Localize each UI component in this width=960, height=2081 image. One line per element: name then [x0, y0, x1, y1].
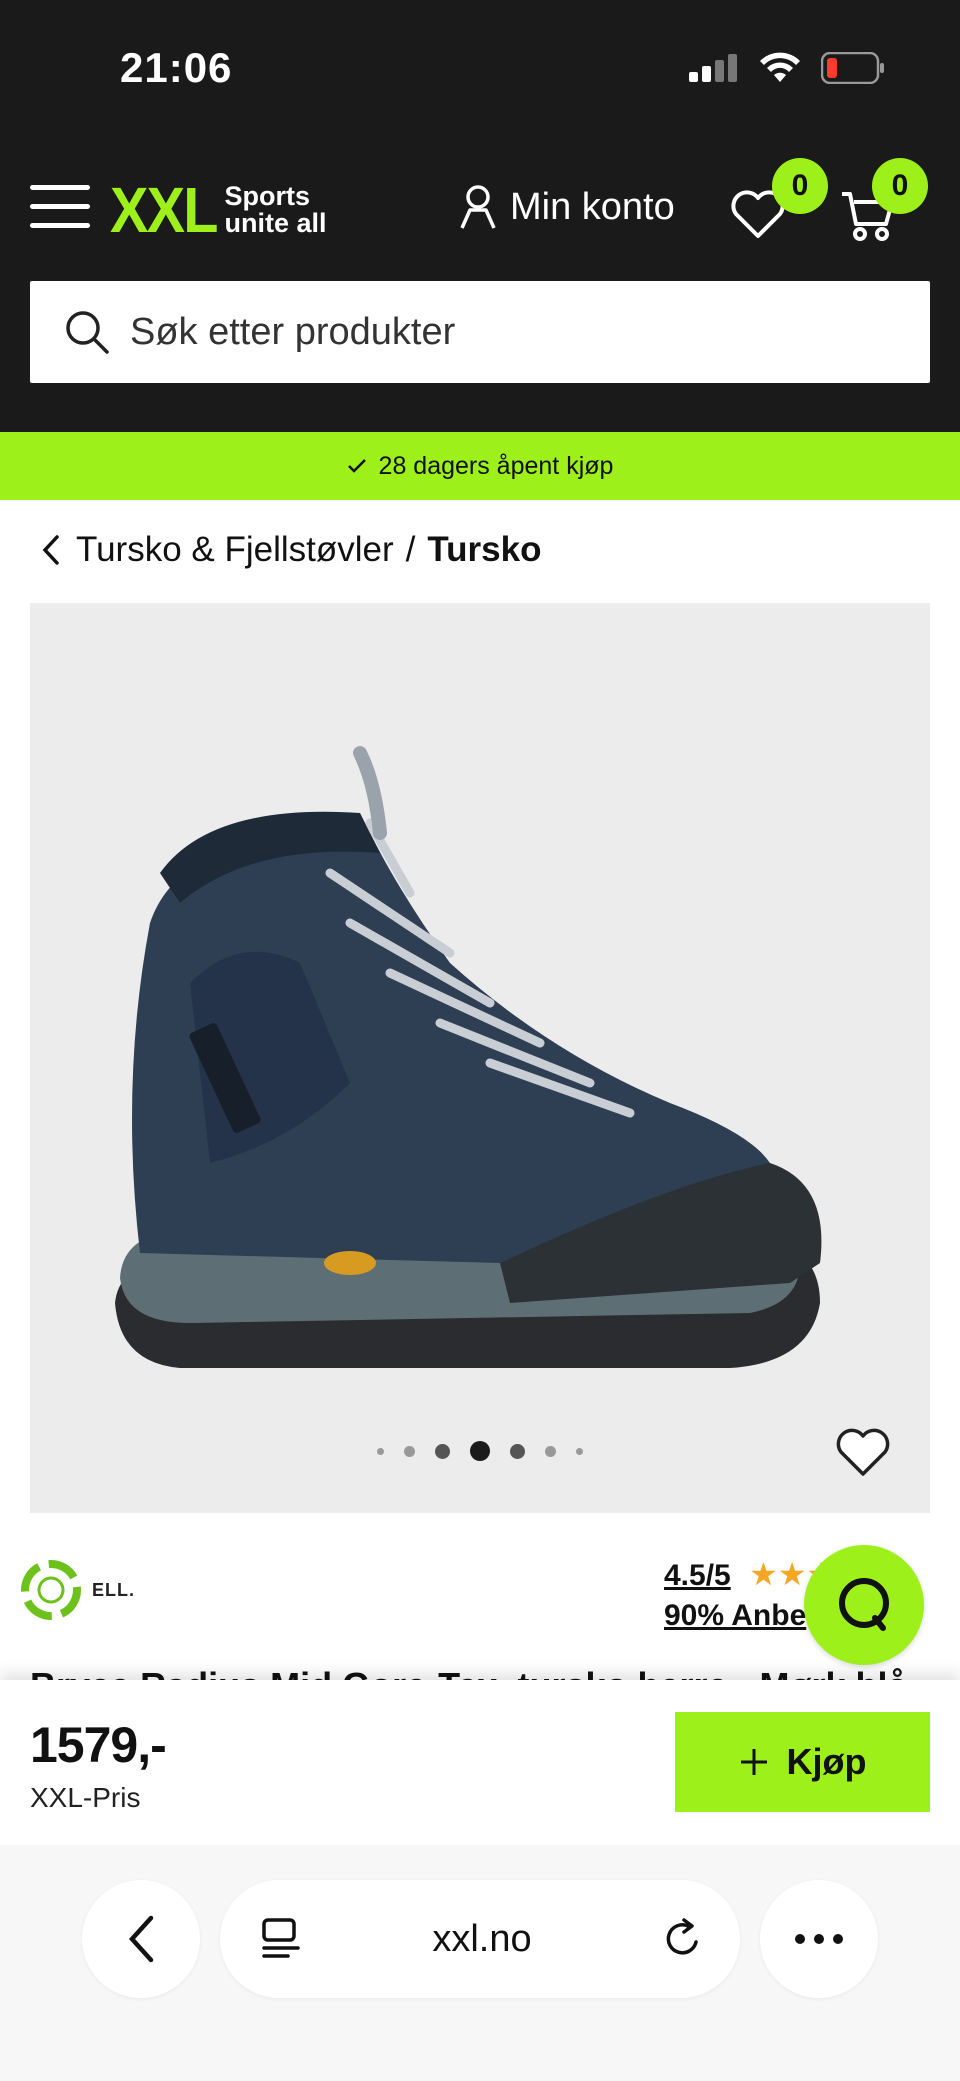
battery-icon: [821, 52, 884, 84]
promo-text: 28 dagers åpent kjøp: [378, 451, 614, 480]
price: 1579,-: [30, 1717, 167, 1773]
browser-toolbar: xxl.no: [0, 1845, 960, 2081]
breadcrumb-separator: /: [405, 530, 416, 569]
buy-label: Kjøp: [786, 1741, 867, 1782]
more-icon: [795, 1934, 843, 1944]
carousel-dot[interactable]: [510, 1443, 525, 1459]
reload-icon[interactable]: [660, 1916, 706, 1962]
carousel-dot[interactable]: [576, 1447, 583, 1455]
cart-button[interactable]: 0: [840, 158, 928, 249]
product-boot-image: [115, 746, 822, 1368]
promo-banner: 28 dagers åpent kjøp: [0, 432, 960, 500]
buy-bar: 1579,- XXL-Pris Kjøp: [0, 1680, 960, 1845]
eco-badge-icon: [21, 1560, 81, 1620]
breadcrumb: Tursko & Fjellstøvler / Tursko: [40, 530, 541, 570]
plus-icon: [740, 1749, 767, 1775]
chevron-left-icon[interactable]: [40, 533, 62, 567]
carousel-dots: [30, 1441, 930, 1461]
wishlist-count-badge: 0: [772, 158, 828, 214]
carousel-dot[interactable]: [377, 1447, 384, 1455]
status-bar: 21:06: [0, 0, 960, 140]
price-label: XXL-Pris: [30, 1782, 141, 1813]
wishlist-button[interactable]: 0: [730, 158, 828, 245]
signal-icon: [689, 54, 737, 82]
brand-area: ELL.: [16, 1555, 135, 1625]
status-time: 21:06: [120, 44, 233, 91]
carousel-dot[interactable]: [404, 1445, 415, 1457]
breadcrumb-parent[interactable]: Tursko & Fjellstøvler: [76, 530, 394, 570]
logo[interactable]: XXL Sports unite all: [110, 178, 326, 242]
menu-icon[interactable]: [30, 185, 90, 229]
breadcrumb-current[interactable]: Tursko: [427, 530, 541, 570]
chat-button[interactable]: [804, 1545, 924, 1665]
site-header: XXL Sports unite all Min konto 0 0 Søk e…: [0, 140, 960, 432]
carousel-dot[interactable]: [545, 1445, 556, 1457]
logo-tagline: Sports unite all: [224, 183, 326, 237]
heart-outline-icon: [836, 1428, 890, 1476]
star-icon: ★: [777, 1556, 807, 1592]
star-icon: ★: [749, 1556, 778, 1592]
account-link[interactable]: Min konto: [458, 184, 675, 230]
rating-score[interactable]: 4.5/5: [664, 1559, 731, 1592]
cart-count-badge: 0: [872, 158, 928, 214]
user-icon: [460, 185, 496, 229]
browser-back-button[interactable]: [82, 1880, 200, 1998]
product-image-carousel[interactable]: [30, 603, 930, 1513]
url-text: xxl.no: [432, 1917, 532, 1960]
account-label: Min konto: [510, 185, 675, 228]
search-field[interactable]: Søk etter produkter: [30, 281, 930, 383]
chat-icon: [839, 1578, 889, 1631]
chevron-left-icon: [128, 1915, 154, 1963]
address-bar[interactable]: xxl.no: [220, 1880, 740, 1998]
logo-tagline-1: Sports: [224, 181, 310, 211]
add-to-wishlist-button[interactable]: [834, 1426, 892, 1483]
page: 21:06 XXL Sports unite all Min konto 0 0…: [0, 0, 960, 2081]
logo-tagline-2: unite all: [224, 208, 327, 238]
carousel-dot[interactable]: [435, 1443, 450, 1459]
brand-name[interactable]: ELL.: [92, 1580, 135, 1601]
wifi-icon: [760, 52, 800, 82]
buy-button[interactable]: Kjøp: [675, 1712, 930, 1812]
carousel-dot-active[interactable]: [470, 1441, 490, 1461]
reader-icon: [262, 1918, 300, 1958]
check-icon: [347, 459, 366, 473]
logo-main: XXL: [110, 174, 218, 246]
search-icon: [66, 311, 109, 354]
status-icons: [689, 52, 885, 84]
search-placeholder: Søk etter produkter: [130, 310, 456, 353]
browser-more-button[interactable]: [760, 1880, 878, 1998]
